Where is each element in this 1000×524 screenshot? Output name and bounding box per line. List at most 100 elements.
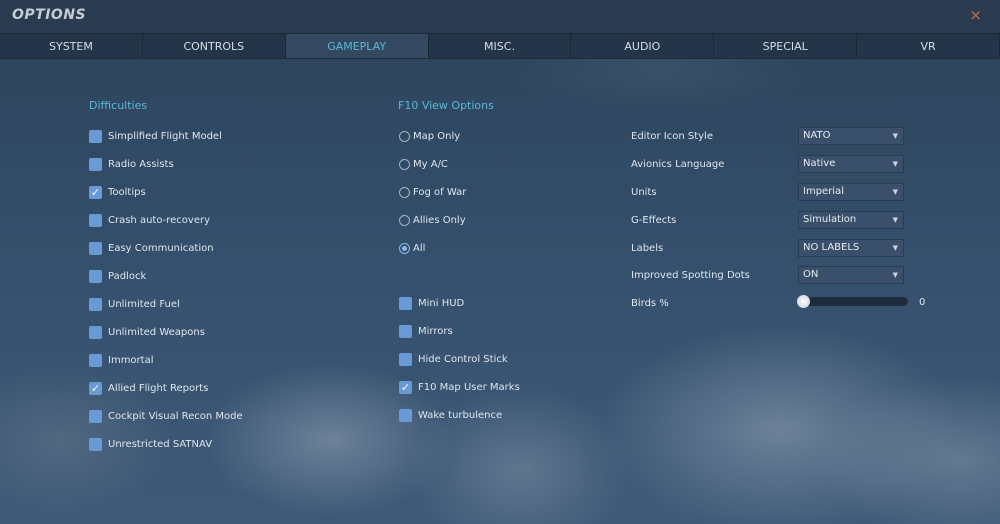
difficulty-option[interactable]: Radio Assists — [89, 157, 174, 171]
checkbox-label: Radio Assists — [108, 158, 174, 170]
setting-label: G-Effects — [631, 214, 677, 226]
setting-label: Editor Icon Style — [631, 130, 713, 142]
setting-dropdown[interactable]: ON ▼ — [798, 266, 904, 284]
f10-radio-option[interactable]: Fog of War — [399, 185, 466, 199]
tab-gameplay[interactable]: GAMEPLAY — [285, 34, 429, 58]
radio-button[interactable] — [399, 158, 410, 170]
checkbox-label: Tooltips — [108, 186, 146, 198]
chevron-down-icon: ▼ — [892, 160, 898, 168]
setting-dropdown[interactable]: NO LABELS ▼ — [798, 239, 904, 257]
difficulty-option[interactable]: Unrestricted SATNAV — [89, 437, 212, 451]
f10-checkbox-option[interactable]: Mirrors — [399, 324, 453, 338]
radio-label: Map Only — [413, 130, 461, 142]
difficulty-option[interactable]: Unlimited Weapons — [89, 325, 205, 339]
setting-dropdown[interactable]: Simulation ▼ — [798, 211, 904, 229]
f10-checkbox-option[interactable]: ✓ F10 Map User Marks — [399, 380, 520, 394]
slider-handle[interactable] — [797, 295, 810, 308]
f10-radio-option[interactable]: Map Only — [399, 129, 460, 143]
dropdown-value: Imperial — [803, 186, 844, 197]
chevron-down-icon: ▼ — [892, 271, 898, 279]
checkbox-label: Unlimited Weapons — [108, 326, 205, 338]
checkbox[interactable] — [399, 296, 412, 310]
checkbox[interactable] — [89, 269, 102, 283]
radio-button[interactable] — [399, 130, 410, 142]
f10-checkbox-option[interactable]: Wake turbulence — [399, 408, 502, 422]
tab-misc[interactable]: MISC. — [429, 34, 572, 58]
window-title: OPTIONS — [12, 7, 87, 23]
chevron-down-icon: ▼ — [892, 244, 898, 252]
checkbox-label: Unrestricted SATNAV — [108, 438, 213, 450]
checkbox[interactable] — [399, 408, 412, 422]
difficulty-option[interactable]: ✓ Allied Flight Reports — [89, 381, 208, 395]
tab-audio[interactable]: AUDIO — [571, 34, 715, 58]
checkbox-label: Simplified Flight Model — [108, 130, 222, 142]
radio-label: My A/C — [413, 158, 448, 170]
tab-special[interactable]: SPECIAL — [714, 34, 858, 58]
birds-label: Birds % — [631, 297, 669, 309]
difficulty-option[interactable]: Immortal — [89, 353, 154, 367]
checkbox-label: F10 Map User Marks — [418, 381, 520, 393]
difficulties-heading: Difficulties — [89, 99, 148, 112]
radio-selected-dot — [402, 245, 407, 251]
f10-radio-option[interactable]: All — [399, 241, 425, 255]
chevron-down-icon: ▼ — [892, 132, 898, 140]
difficulty-option[interactable]: Crash auto-recovery — [89, 213, 210, 227]
checkbox-label: Hide Control Stick — [418, 353, 508, 365]
checkbox-label: Immortal — [108, 354, 154, 366]
checkbox[interactable] — [89, 353, 102, 367]
checkbox[interactable] — [399, 324, 412, 338]
checkbox-label: Crash auto-recovery — [108, 214, 211, 226]
checkbox[interactable]: ✓ — [89, 185, 102, 199]
dropdown-value: NATO — [803, 130, 831, 141]
radio-label: Fog of War — [413, 186, 467, 198]
difficulty-option[interactable]: ✓ Tooltips — [89, 185, 146, 199]
difficulty-option[interactable]: Simplified Flight Model — [89, 129, 222, 143]
difficulty-option[interactable]: Easy Communication — [89, 241, 214, 255]
setting-dropdown[interactable]: Native ▼ — [798, 155, 904, 173]
chevron-down-icon: ▼ — [892, 216, 898, 224]
difficulty-option[interactable]: Unlimited Fuel — [89, 297, 180, 311]
checkbox-label: Wake turbulence — [418, 409, 503, 421]
radio-button[interactable] — [399, 186, 410, 198]
f10-checkbox-option[interactable]: Hide Control Stick — [399, 352, 508, 366]
chevron-down-icon: ▼ — [892, 188, 898, 196]
difficulty-option[interactable]: Padlock — [89, 269, 146, 283]
f10-view-options-heading: F10 View Options — [398, 99, 494, 112]
tab-bar: SYSTEM CONTROLS GAMEPLAY MISC. AUDIO SPECIAL V… — [0, 33, 1000, 59]
checkbox[interactable] — [89, 241, 102, 255]
difficulty-option[interactable]: Cockpit Visual Recon Mode — [89, 409, 243, 423]
radio-button[interactable] — [399, 242, 410, 254]
checkbox[interactable]: ✓ — [89, 381, 102, 395]
setting-dropdown[interactable]: NATO ▼ — [798, 127, 904, 145]
checkbox-label: Mirrors — [418, 325, 453, 337]
dropdown-value: Simulation — [803, 214, 857, 225]
birds-value: 0 — [919, 297, 926, 308]
setting-label: Units — [631, 186, 657, 198]
checkbox[interactable] — [89, 297, 102, 311]
checkbox[interactable] — [89, 325, 102, 339]
checkbox[interactable]: ✓ — [399, 380, 412, 394]
setting-dropdown[interactable]: Imperial ▼ — [798, 183, 904, 201]
checkbox[interactable] — [89, 129, 102, 143]
checkbox[interactable] — [89, 157, 102, 171]
tab-vr[interactable]: VR — [857, 34, 1000, 58]
setting-label: Labels — [631, 242, 664, 254]
radio-button[interactable] — [399, 214, 410, 226]
f10-radio-option[interactable]: Allies Only — [399, 213, 466, 227]
f10-checkbox-option[interactable]: Mini HUD — [399, 296, 464, 310]
dropdown-value: NO LABELS — [803, 242, 860, 253]
f10-radio-option[interactable]: My A/C — [399, 157, 448, 171]
checkbox-label: Unlimited Fuel — [108, 298, 180, 310]
close-icon[interactable]: × — [969, 6, 982, 24]
checkbox[interactable] — [89, 437, 102, 451]
checkbox[interactable] — [89, 213, 102, 227]
dropdown-value: ON — [803, 269, 819, 280]
checkbox-label: Padlock — [108, 270, 147, 282]
checkbox[interactable] — [89, 409, 102, 423]
dropdown-value: Native — [803, 158, 836, 169]
tab-system[interactable]: SYSTEM — [0, 34, 143, 58]
birds-slider[interactable] — [797, 295, 908, 308]
checkbox-label: Cockpit Visual Recon Mode — [108, 410, 243, 422]
tab-controls[interactable]: CONTROLS — [143, 34, 286, 58]
checkbox[interactable] — [399, 352, 412, 366]
